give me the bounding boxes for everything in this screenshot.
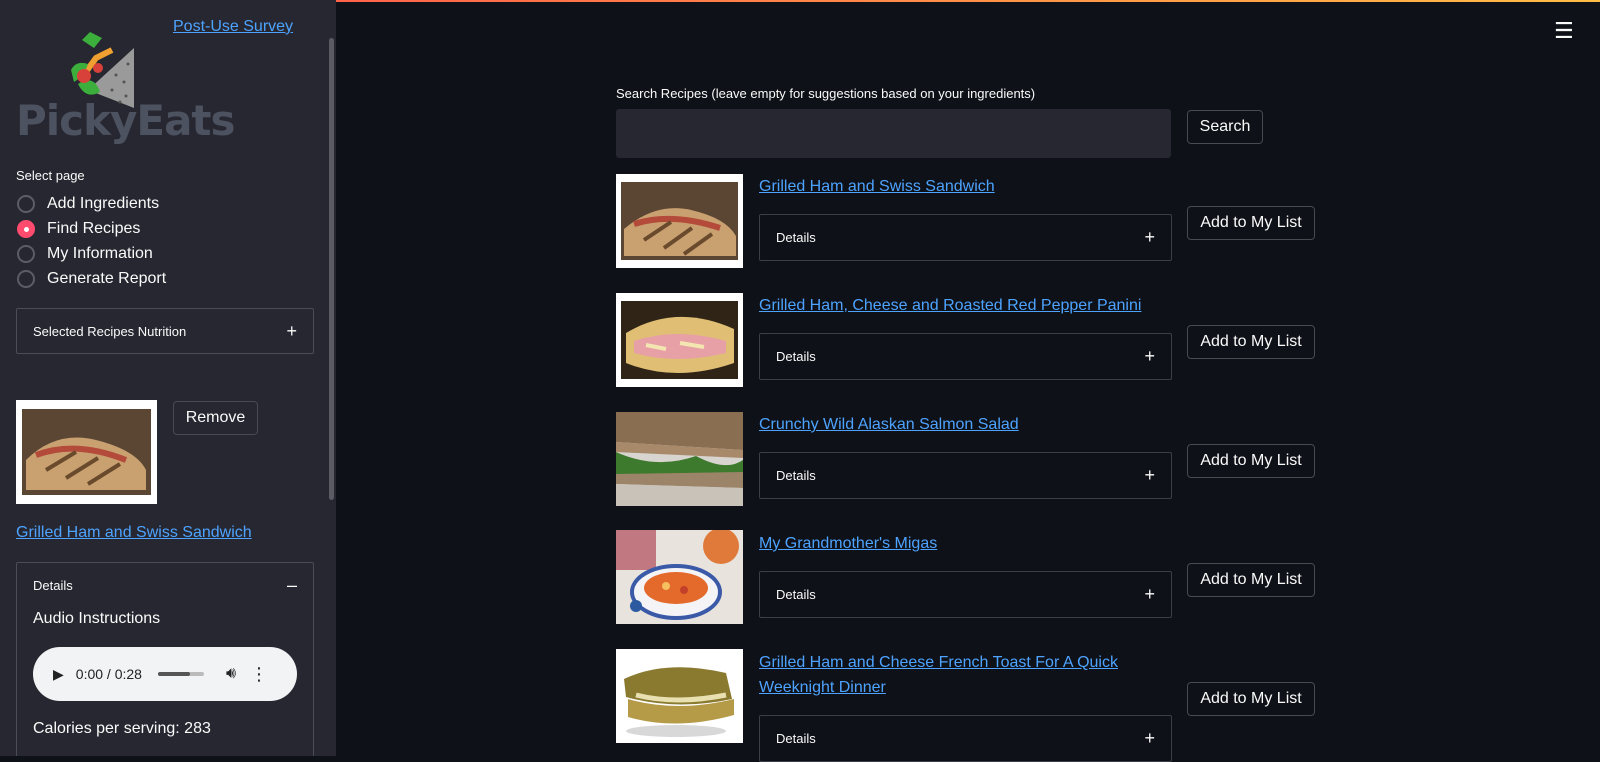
collapse-minus-icon: – [286, 574, 297, 595]
recipe-image [616, 174, 743, 268]
recipe-details-expander[interactable]: Details + [759, 333, 1172, 380]
details-label: Details [776, 587, 816, 602]
add-to-my-list-button[interactable]: Add to My List [1187, 563, 1315, 597]
expand-plus-icon: + [1144, 346, 1155, 366]
details-label: Details [776, 349, 816, 364]
recipe-details-expander[interactable]: Details + [759, 452, 1172, 499]
volume-icon[interactable]: 🔊︎ [226, 665, 236, 683]
radio-button-icon[interactable] [17, 195, 35, 213]
details-expander-header[interactable]: Details – [33, 563, 297, 607]
search-label: Search Recipes (leave empty for suggesti… [616, 86, 1036, 101]
recipe-details-expander[interactable]: Details + [759, 715, 1172, 762]
add-to-my-list-button[interactable]: Add to My List [1187, 682, 1315, 716]
search-button[interactable]: Search [1187, 110, 1263, 144]
recipe-title-link[interactable]: Crunchy Wild Alaskan Salmon Salad [759, 412, 1019, 437]
audio-progress-slider[interactable] [157, 672, 204, 676]
recipe-title-link[interactable]: Grilled Ham, Cheese and Roasted Red Pepp… [759, 293, 1141, 318]
recipe-title-link[interactable]: My Grandmother's Migas [759, 531, 937, 556]
nutrition-expander-label: Selected Recipes Nutrition [33, 323, 187, 339]
audio-instructions-heading: Audio Instructions [33, 610, 161, 627]
details-label: Details [776, 468, 816, 483]
sidebar: PickyEats Post-Use Survey Select page Ad… [0, 0, 336, 756]
selected-recipe-image [16, 400, 157, 504]
audio-player[interactable]: ▶ 0:00 / 0:28 🔊︎ ⋮ [33, 647, 297, 701]
remove-button[interactable]: Remove [173, 401, 258, 435]
radio-my-information[interactable]: My Information [17, 245, 153, 263]
recipe-title-link[interactable]: Grilled Ham and Swiss Sandwich [759, 174, 995, 199]
radio-button-icon[interactable] [17, 245, 35, 263]
radio-find-recipes[interactable]: Find Recipes [17, 220, 140, 238]
search-input[interactable] [616, 109, 1171, 158]
sidebar-scrollbar[interactable] [329, 38, 334, 500]
recipe-title-link[interactable]: Grilled Ham and Cheese French Toast For … [759, 650, 1159, 700]
hamburger-menu-icon[interactable]: ☰ [1554, 18, 1574, 44]
recipe-image [616, 530, 743, 624]
details-label: Details [776, 230, 816, 245]
expand-plus-icon: + [1144, 728, 1155, 748]
details-label: Details [776, 731, 816, 746]
radio-add-ingredients[interactable]: Add Ingredients [17, 195, 159, 213]
nutrition-expander[interactable]: Selected Recipes Nutrition + [16, 308, 314, 354]
play-icon[interactable]: ▶ [53, 666, 64, 683]
post-use-survey-link[interactable]: Post-Use Survey [173, 18, 293, 36]
recipe-image [616, 412, 743, 506]
expand-plus-icon: + [1144, 465, 1155, 485]
more-options-icon[interactable]: ⋮ [250, 664, 268, 685]
recipe-image [616, 293, 743, 387]
radio-label: Add Ingredients [47, 195, 160, 212]
add-to-my-list-button[interactable]: Add to My List [1187, 444, 1315, 478]
calories-text: Calories per serving: 283 [33, 720, 211, 737]
radio-button-icon[interactable] [17, 270, 35, 288]
details-label: Details [33, 577, 73, 593]
select-page-label: Select page [16, 168, 85, 183]
add-to-my-list-button[interactable]: Add to My List [1187, 206, 1315, 240]
radio-label: Find Recipes [47, 220, 141, 237]
expand-plus-icon: + [1144, 584, 1155, 604]
logo-wordmark: PickyEats [16, 96, 235, 145]
add-to-my-list-button[interactable]: Add to My List [1187, 325, 1315, 359]
audio-time: 0:00 / 0:28 [75, 666, 142, 682]
expand-plus-icon: + [1144, 227, 1155, 247]
recipe-details-expander[interactable]: Details + [759, 571, 1172, 618]
expand-plus-icon: + [286, 320, 297, 341]
radio-label: My Information [47, 245, 153, 262]
radio-label: Generate Report [47, 270, 167, 287]
selected-recipe-title-link[interactable]: Grilled Ham and Swiss Sandwich [16, 520, 252, 545]
recipe-details-expander[interactable]: Details + [759, 214, 1172, 261]
recipe-image [616, 649, 743, 743]
radio-generate-report[interactable]: Generate Report [17, 270, 166, 288]
radio-button-selected-icon[interactable] [17, 220, 35, 238]
